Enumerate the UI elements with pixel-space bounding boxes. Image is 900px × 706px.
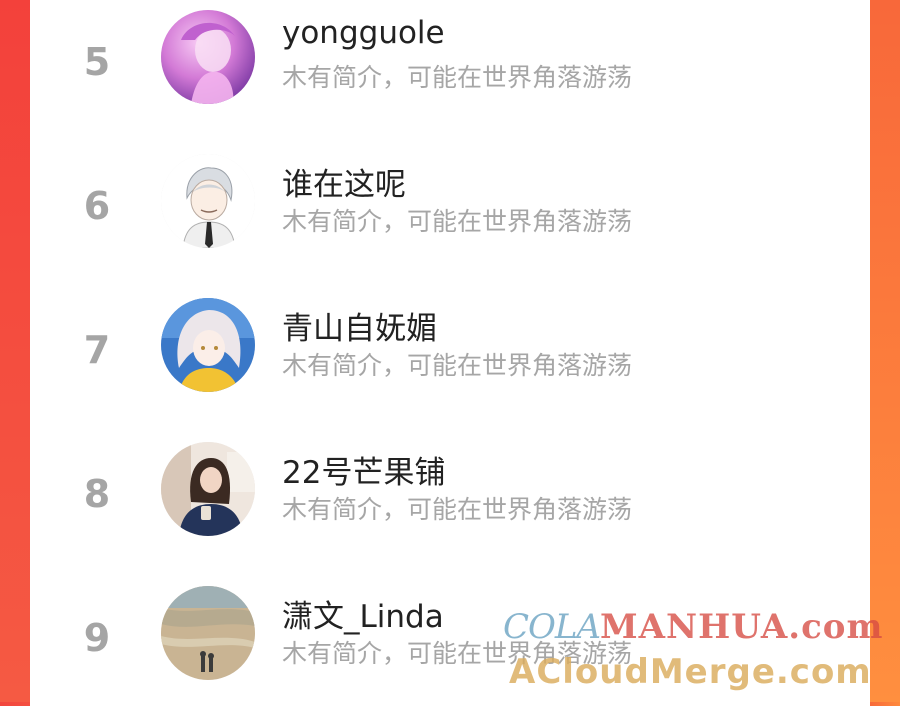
avatar[interactable]: [161, 10, 255, 104]
ranking-list: 5 yongguole 木有简介，可能在世界角落游荡 6 谁在这呢 木有简介，可…: [30, 0, 870, 702]
list-item[interactable]: 5 yongguole 木有简介，可能在世界角落游荡: [30, 10, 870, 130]
username[interactable]: 青山自妩媚: [282, 303, 437, 348]
user-description: 木有简介，可能在世界角落游荡: [282, 63, 633, 92]
silver-hair-girl-avatar-icon: [161, 298, 255, 392]
watermark-cola-text: COLA: [503, 607, 601, 647]
avatar[interactable]: [161, 298, 255, 392]
rank-number: 7: [83, 328, 111, 372]
girl-photo-avatar-icon: [161, 442, 255, 536]
rank-number: 6: [83, 184, 111, 228]
rank-number: 8: [83, 472, 111, 516]
list-item[interactable]: 7 青山自妩媚 木有简介，可能在世界角落游荡: [30, 298, 870, 418]
list-item[interactable]: 6 谁在这呢 木有简介，可能在世界角落游荡: [30, 154, 870, 274]
user-description: 木有简介，可能在世界角落游荡: [282, 495, 633, 524]
right-accent-bar: [870, 0, 900, 702]
avatar[interactable]: [161, 154, 255, 248]
pink-anime-girl-avatar-icon: [161, 10, 255, 104]
username[interactable]: 潇文_Linda: [282, 591, 444, 636]
list-item[interactable]: 8 22号芒果铺 木有简介，可能在世界角落游荡: [30, 442, 870, 562]
white-hair-boy-avatar-icon: [161, 154, 255, 248]
username[interactable]: 22号芒果铺: [282, 447, 445, 492]
rank-number: 9: [83, 616, 111, 660]
rank-number: 5: [83, 40, 111, 84]
left-accent-bar: [0, 0, 30, 702]
watermark-colamanhua: COLAMANHUA.com: [503, 607, 883, 647]
user-description: 木有简介，可能在世界角落游荡: [282, 207, 633, 236]
watermark-acloudmerge: ACloudMerge.com: [509, 652, 872, 692]
watermark-manhua-text: MANHUA.com: [600, 607, 884, 647]
user-description: 木有简介，可能在世界角落游荡: [282, 351, 633, 380]
username[interactable]: 谁在这呢: [282, 159, 406, 204]
avatar[interactable]: [161, 442, 255, 536]
beach-photo-avatar-icon: [161, 586, 255, 680]
username[interactable]: yongguole: [282, 15, 445, 51]
avatar[interactable]: [161, 586, 255, 680]
